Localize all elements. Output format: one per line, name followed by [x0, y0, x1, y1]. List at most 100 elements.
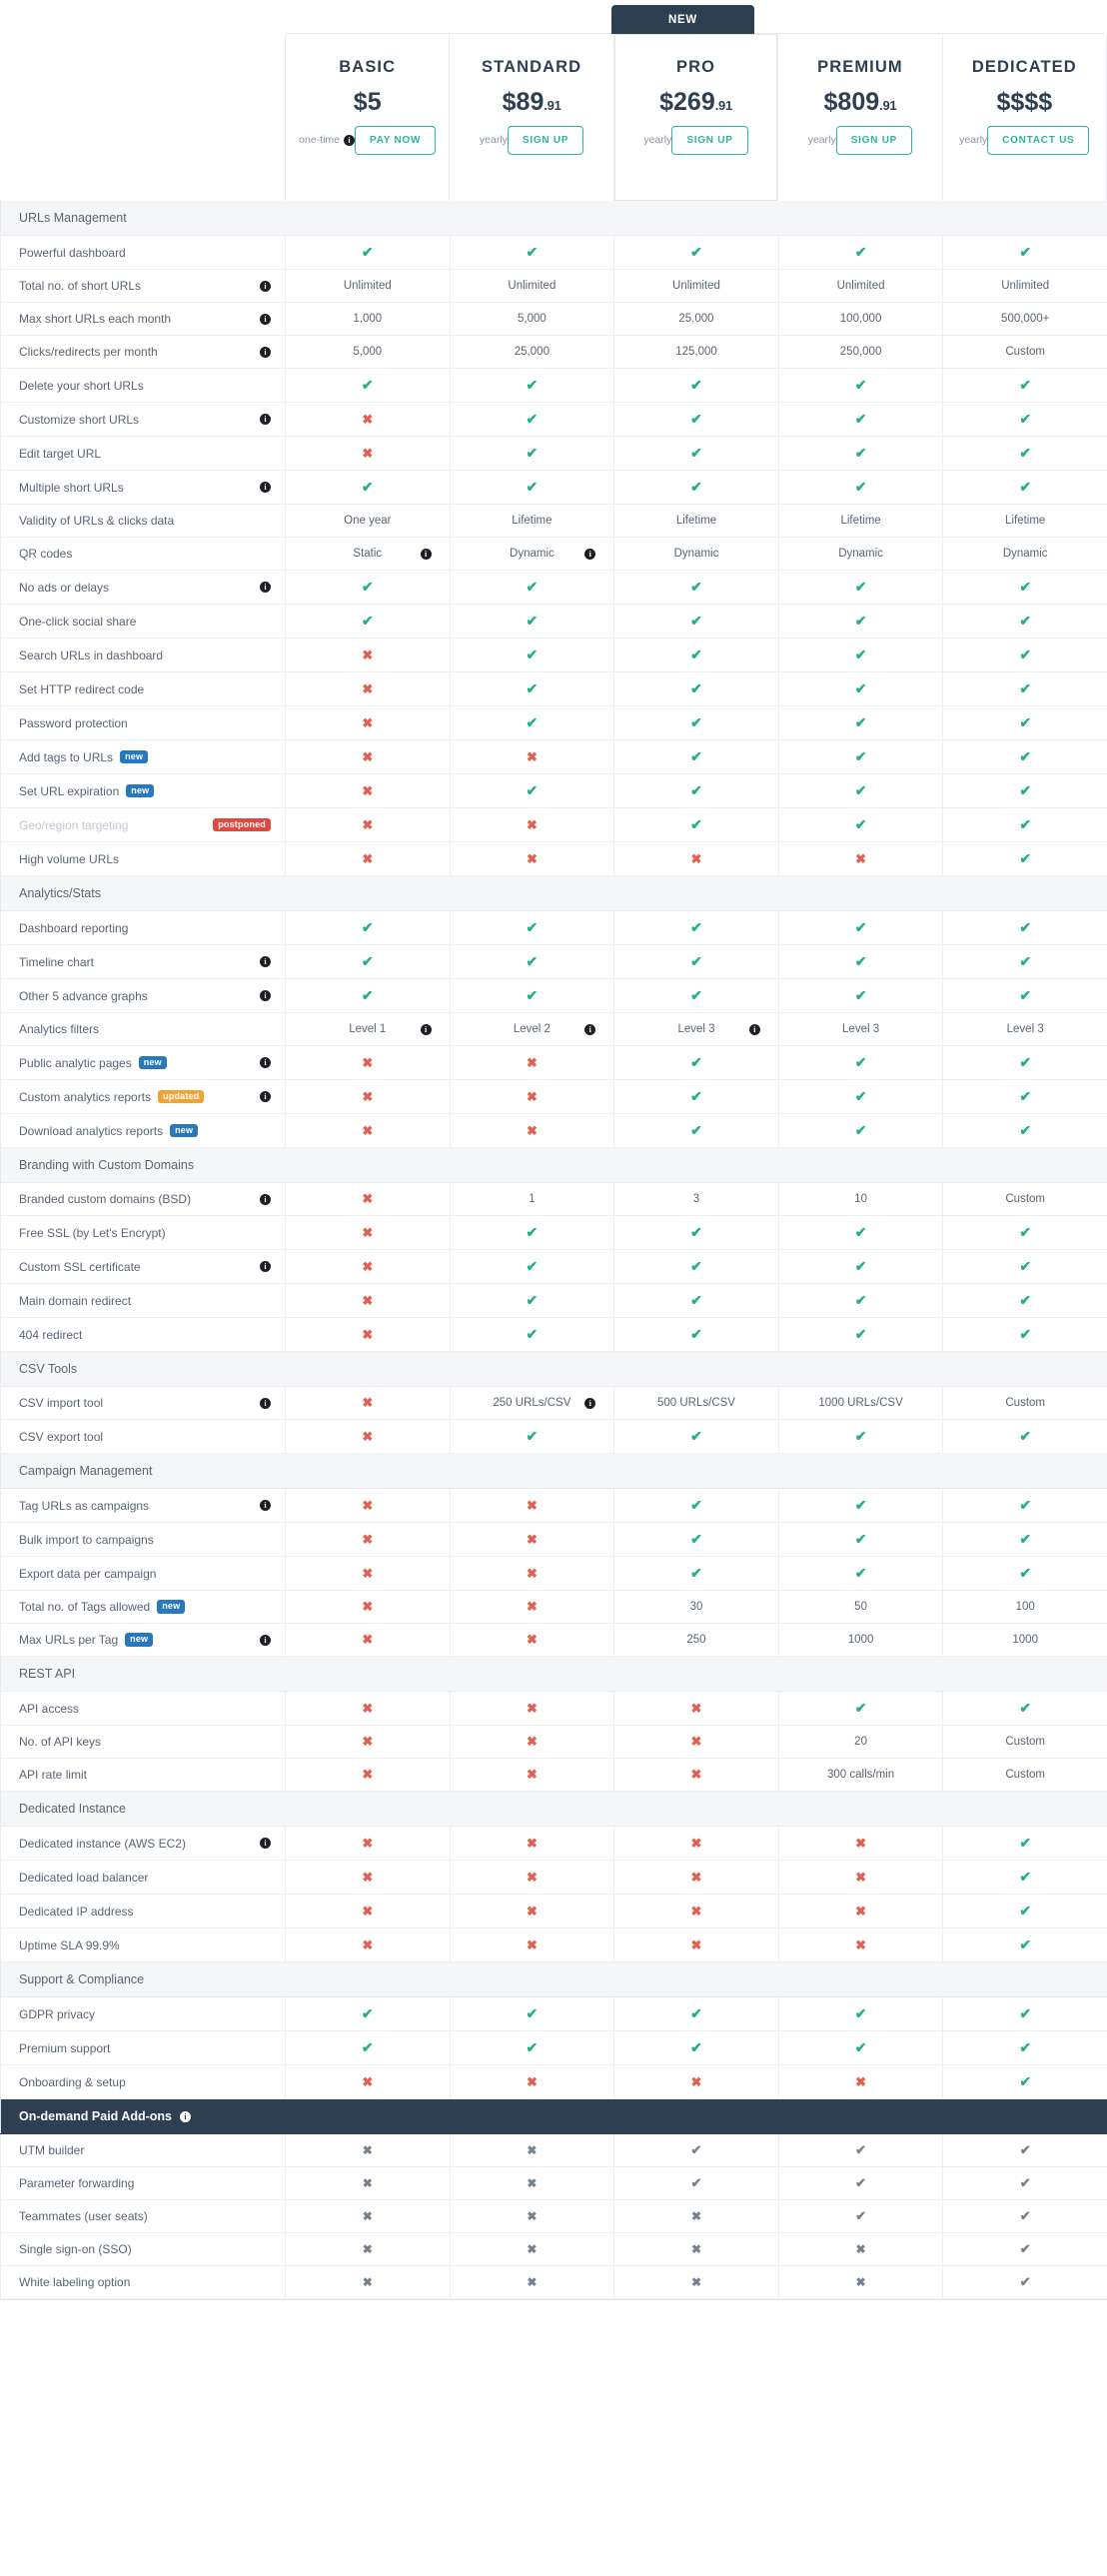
- feature-value-cell: 1000 URLs/CSV: [778, 1386, 944, 1420]
- cross-icon: ✖: [526, 1088, 538, 1104]
- info-icon[interactable]: i: [260, 346, 271, 358]
- feature-label-cell: Set URL expiration new: [0, 773, 286, 808]
- feature-value-cell: ✔: [285, 235, 451, 270]
- feature-value-cell: ✔: [613, 1419, 779, 1454]
- info-icon[interactable]: i: [344, 134, 356, 146]
- feature-value-cell: ✖: [450, 1894, 615, 1929]
- info-icon[interactable]: i: [260, 482, 271, 493]
- plan-cta-button[interactable]: SIGN UP: [835, 126, 913, 155]
- feature-label-cell: UTM builder: [0, 2133, 286, 2167]
- info-icon[interactable]: i: [584, 1397, 596, 1409]
- feature-row: No ads or delays i ✔ ✔ ✔ ✔ ✔: [0, 570, 1107, 605]
- feature-value-cell: ✖: [450, 1590, 615, 1624]
- feature-value-cell: ✖: [450, 1725, 615, 1759]
- feature-value-wrapper: ✔: [947, 1123, 1103, 1137]
- info-icon[interactable]: i: [420, 548, 432, 560]
- info-icon[interactable]: i: [260, 414, 271, 425]
- feature-value-text: 1000 URLs/CSV: [818, 1397, 903, 1409]
- feature-value-wrapper: ✖: [290, 1192, 446, 1205]
- info-icon[interactable]: i: [260, 990, 271, 1001]
- check-icon: ✔: [854, 2039, 867, 2055]
- check-icon: ✔: [526, 782, 539, 798]
- feature-value-wrapper: Dynamic: [783, 548, 939, 560]
- feature-label-cell: CSV import tool i: [0, 1386, 286, 1420]
- feature-value-text: Lifetime: [675, 515, 717, 527]
- plan-period-label: yearly: [807, 134, 836, 146]
- feature-label-wrapper: Export data per campaign: [19, 1567, 271, 1581]
- feature-value-cell: ✖: [450, 739, 615, 774]
- feature-value-wrapper: ✖: [290, 1226, 446, 1239]
- feature-value-cell: 250,000: [778, 335, 944, 369]
- check-icon: ✔: [690, 377, 702, 393]
- check-icon: ✔: [690, 1565, 702, 1581]
- info-icon[interactable]: i: [260, 1057, 271, 1068]
- info-icon[interactable]: i: [260, 956, 271, 967]
- feature-value-cell: ✔: [942, 1894, 1107, 1929]
- cross-icon: ✖: [362, 748, 374, 764]
- info-icon[interactable]: i: [584, 548, 596, 560]
- feature-value-wrapper: Unlimited: [947, 280, 1103, 292]
- info-icon[interactable]: i: [260, 1397, 271, 1409]
- feature-value-cell: ✖: [285, 1079, 451, 1114]
- feature-value-cell: ✖: [450, 1623, 615, 1657]
- check-icon: ✔: [1019, 2208, 1031, 2223]
- feature-label-cell: Set HTTP redirect code: [0, 671, 286, 706]
- info-icon[interactable]: i: [260, 280, 271, 292]
- info-icon[interactable]: i: [260, 1838, 271, 1849]
- plan-cta-button[interactable]: SIGN UP: [671, 126, 748, 155]
- plan-cta-button[interactable]: SIGN UP: [507, 126, 584, 155]
- info-icon[interactable]: i: [260, 1261, 271, 1272]
- info-icon[interactable]: i: [260, 1091, 271, 1102]
- feature-value-wrapper: ✔: [783, 1123, 939, 1137]
- info-icon[interactable]: i: [260, 313, 271, 325]
- check-icon: ✔: [1019, 1428, 1032, 1444]
- feature-label: Onboarding & setup: [19, 2074, 126, 2089]
- feature-value-cell: ✔: [450, 638, 615, 672]
- feature-label-cell: High volume URLs: [0, 841, 286, 876]
- feature-label-cell: Total no. of short URLs i: [0, 269, 286, 303]
- feature-row: Max short URLs each month i 1,000 5,000 25,0…: [0, 302, 1107, 336]
- feature-value-cell: ✔: [613, 1215, 779, 1250]
- feature-value-cell: ✔: [613, 604, 779, 639]
- check-icon: ✔: [855, 2142, 867, 2157]
- feature-row: Search URLs in dashboard ✖ ✔ ✔ ✔ ✔: [0, 638, 1107, 672]
- check-icon: ✔: [854, 1565, 867, 1581]
- info-icon[interactable]: i: [180, 2110, 192, 2122]
- info-icon[interactable]: i: [260, 1634, 271, 1646]
- info-icon[interactable]: i: [260, 1193, 271, 1205]
- feature-value-wrapper: ✖: [290, 1533, 446, 1546]
- feature-value-cell: ✔: [778, 1488, 944, 1523]
- feature-label-wrapper: Parameter forwarding: [19, 2176, 271, 2190]
- feature-label-wrapper: UTM builder: [19, 2143, 271, 2157]
- check-icon: ✔: [1019, 1835, 1032, 1851]
- feature-value-wrapper: ✔: [618, 988, 774, 1002]
- feature-value-cell: ✔: [778, 773, 944, 808]
- feature-value-cell: ✔: [942, 2265, 1107, 2299]
- feature-value-cell: 100,000: [778, 302, 944, 336]
- cross-icon: ✖: [362, 2142, 373, 2157]
- feature-value-wrapper: ✖: [455, 818, 610, 831]
- feature-value-text: Level 3: [1006, 1023, 1044, 1035]
- feature-label-wrapper: Delete your short URLs: [19, 379, 271, 393]
- feature-value-cell: 125,000: [613, 335, 779, 369]
- feature-label-cell: Tag URLs as campaigns i: [0, 1488, 286, 1523]
- feature-label-wrapper: Max short URLs each month i: [19, 312, 271, 326]
- feature-value-cell: ✔: [942, 1215, 1107, 1250]
- info-icon[interactable]: i: [260, 1500, 271, 1511]
- plan-cta-button[interactable]: PAY NOW: [355, 126, 437, 155]
- feature-label-cell: Bulk import to campaigns: [0, 1522, 286, 1557]
- info-icon[interactable]: i: [584, 1023, 596, 1035]
- feature-value-wrapper: ✔: [947, 920, 1103, 934]
- section-header-row: Campaign Management: [0, 1453, 1107, 1489]
- info-icon[interactable]: i: [260, 582, 271, 593]
- plan-cta-button[interactable]: CONTACT US: [987, 126, 1090, 155]
- plan-card-list: BASIC $5 one-time i PAY NOW STANDARD $89.91 yea…: [285, 33, 1107, 201]
- feature-row: White labeling option ✖ ✖ ✖ ✖ ✔: [0, 2265, 1107, 2299]
- check-icon: ✔: [526, 411, 539, 427]
- feature-value-wrapper: 10: [783, 1193, 939, 1205]
- feature-value-cell: ✔: [613, 1079, 779, 1114]
- feature-value-cell: ✔: [450, 1215, 615, 1250]
- info-icon[interactable]: i: [748, 1023, 760, 1035]
- feature-value-wrapper: Lifetime: [947, 515, 1103, 527]
- info-icon[interactable]: i: [420, 1023, 432, 1035]
